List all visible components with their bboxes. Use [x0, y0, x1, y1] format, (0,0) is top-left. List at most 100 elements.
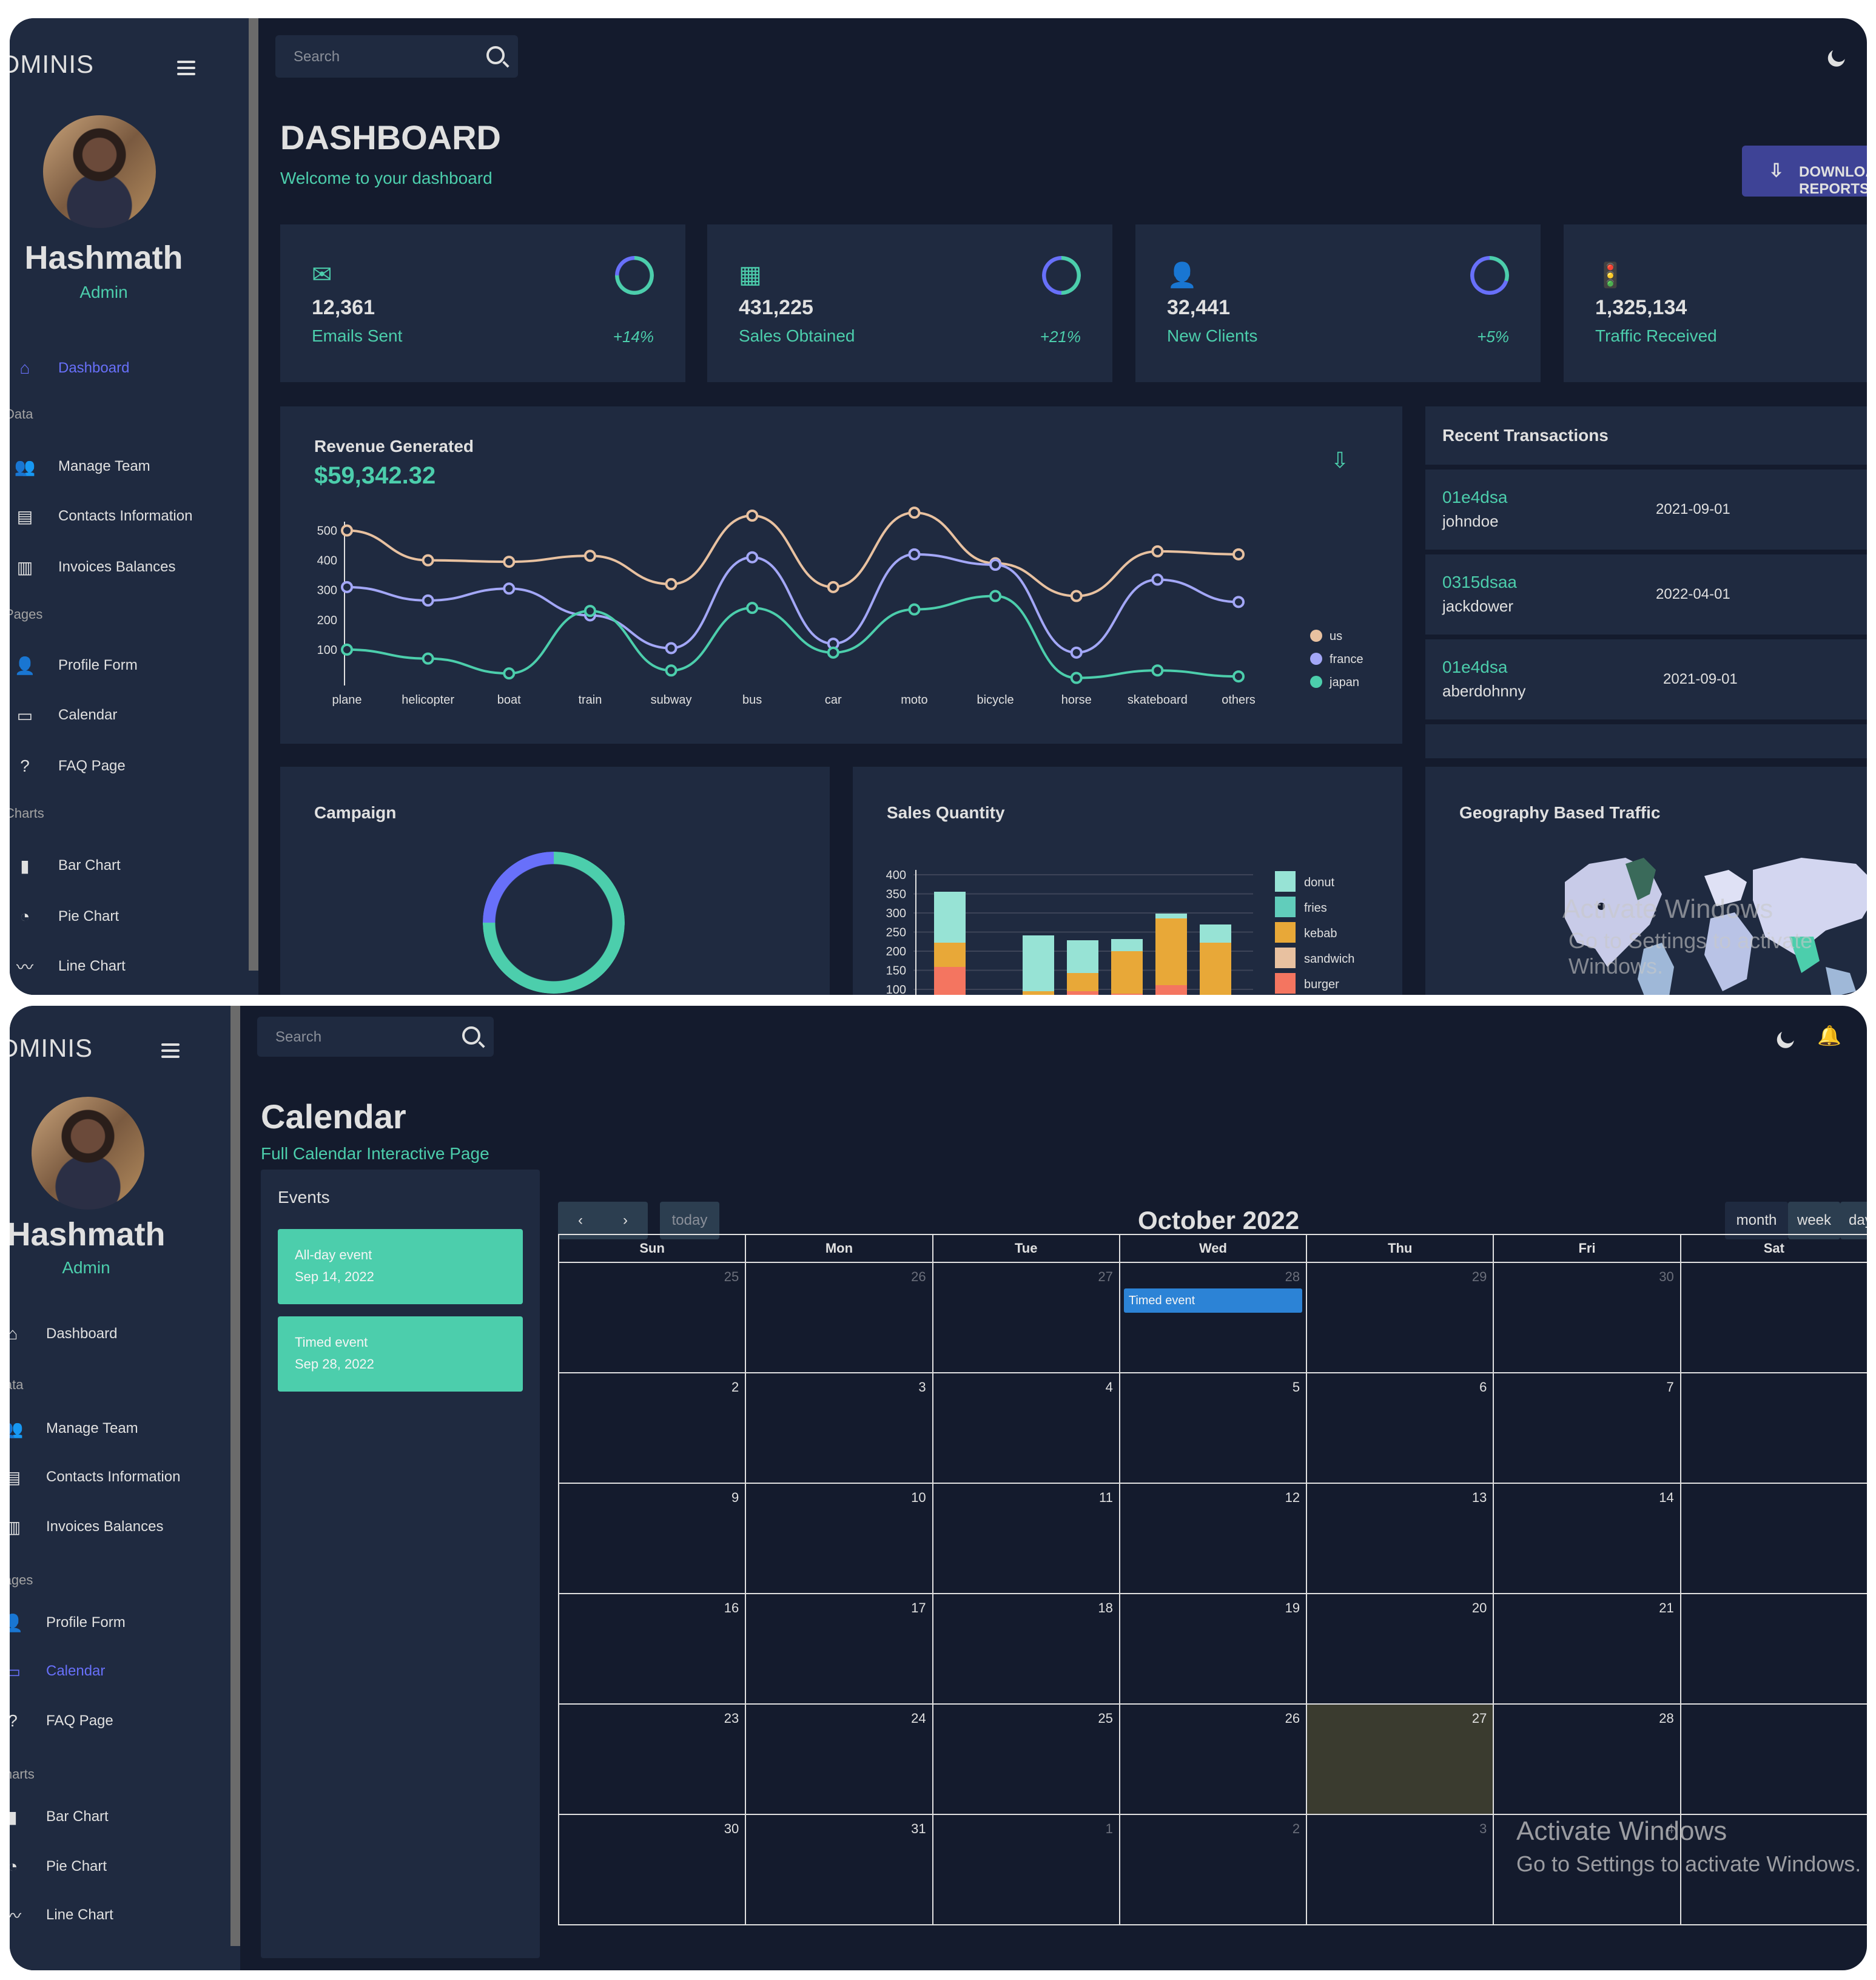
- sidebar-item-pie-chart[interactable]: ◔ Pie Chart: [15, 906, 119, 927]
- calendar-icon: ▭: [10, 1662, 21, 1681]
- sidebar-item-contacts[interactable]: ▤ Contacts Information: [10, 1467, 180, 1487]
- day-cell[interactable]: 6: [1306, 1372, 1494, 1484]
- day-number: 3: [1479, 1821, 1487, 1836]
- dark-mode-icon[interactable]: [1830, 45, 1849, 64]
- sidebar-item-label: Manage Team: [58, 458, 150, 474]
- sidebar-item-line-chart[interactable]: 〰 Line Chart: [10, 1905, 113, 1925]
- sidebar-item-label: Manage Team: [46, 1420, 138, 1436]
- search-icon[interactable]: [486, 46, 505, 64]
- bar-chart-icon: ▮: [10, 1807, 18, 1827]
- day-cell[interactable]: [1679, 1593, 1867, 1705]
- menu-icon[interactable]: [161, 1043, 180, 1058]
- campaign-card: Campaign: [280, 767, 830, 995]
- day-cell[interactable]: 3: [745, 1372, 933, 1484]
- stat-card-emails: ✉ 12,361 Emails Sent +14%: [280, 224, 685, 382]
- day-cell[interactable]: 28 Timed event: [1118, 1262, 1308, 1373]
- day-cell[interactable]: 7: [1493, 1372, 1681, 1484]
- day-cell[interactable]: 12: [1118, 1483, 1308, 1594]
- calendar-event[interactable]: Timed event: [1123, 1288, 1303, 1313]
- sidebar-item-manage-team[interactable]: 👥 Manage Team: [15, 456, 150, 477]
- day-cell[interactable]: [1679, 1262, 1867, 1373]
- day-cell[interactable]: 14: [1493, 1483, 1681, 1594]
- sidebar-item-dashboard[interactable]: ⌂ Dashboard: [10, 1324, 117, 1344]
- day-cell[interactable]: 28: [1493, 1703, 1681, 1815]
- day-cell[interactable]: 19: [1118, 1593, 1308, 1705]
- day-cell[interactable]: 10: [745, 1483, 933, 1594]
- day-cell[interactable]: 23: [557, 1703, 747, 1815]
- sidebar-item-bar-chart[interactable]: ▮ Bar Chart: [10, 1807, 109, 1827]
- day-cell[interactable]: 9: [557, 1483, 747, 1594]
- search-icon[interactable]: [462, 1026, 480, 1045]
- dark-mode-icon[interactable]: [1779, 1027, 1798, 1046]
- events-title: Events: [278, 1188, 330, 1207]
- home-icon: ⌂: [19, 359, 30, 377]
- day-cell[interactable]: 25: [557, 1262, 747, 1373]
- day-cell[interactable]: 13: [1306, 1483, 1494, 1594]
- transactions-header: Recent Transactions: [1425, 406, 1867, 465]
- sidebar-item-bar-chart[interactable]: ▮ Bar Chart: [15, 855, 120, 876]
- stat-value: 1,325,134: [1595, 296, 1687, 319]
- notifications-icon[interactable]: 🔔: [1817, 1024, 1841, 1047]
- tx-date: 2022-04-01: [1656, 586, 1730, 602]
- sidebar-item-calendar[interactable]: ▭ Calendar: [10, 1661, 105, 1682]
- page-subtitle: Welcome to your dashboard: [280, 169, 493, 187]
- data-point-us: [827, 581, 839, 593]
- day-cell[interactable]: 18: [932, 1593, 1120, 1705]
- receipt-icon: ▥: [16, 557, 33, 577]
- day-cell[interactable]: 29: [1306, 1262, 1494, 1373]
- search-bar[interactable]: Search: [257, 1017, 494, 1057]
- day-cell[interactable]: 25: [932, 1703, 1120, 1815]
- day-cell[interactable]: 1: [932, 1814, 1120, 1925]
- event-item[interactable]: All-day event Sep 14, 2022: [278, 1229, 523, 1304]
- avatar: [32, 1097, 144, 1210]
- sidebar-item-line-chart[interactable]: 〰 Line Chart: [15, 956, 126, 977]
- day-number: 3: [918, 1379, 926, 1395]
- sidebar-item-calendar[interactable]: ▭ Calendar: [15, 705, 118, 726]
- legend-swatch: [1310, 653, 1322, 665]
- sidebar-item-label: Line Chart: [58, 958, 126, 974]
- sidebar-item-manage-team[interactable]: 👥 Manage Team: [10, 1418, 138, 1439]
- search-input[interactable]: Search: [275, 1029, 321, 1046]
- sidebar-item-dashboard[interactable]: ⌂ Dashboard: [15, 358, 130, 379]
- day-cell[interactable]: [1679, 1483, 1867, 1594]
- sidebar-scrollbar[interactable]: [249, 18, 258, 971]
- day-cell[interactable]: 16: [557, 1593, 747, 1705]
- day-cell[interactable]: 24: [745, 1703, 933, 1815]
- day-cell[interactable]: 20: [1306, 1593, 1494, 1705]
- sidebar-item-faq[interactable]: ? FAQ Page: [10, 1711, 113, 1731]
- sidebar-item-invoices[interactable]: ▥ Invoices Balances: [10, 1517, 163, 1537]
- day-cell[interactable]: 26: [1118, 1703, 1308, 1815]
- day-cell[interactable]: 11: [932, 1483, 1120, 1594]
- search-bar[interactable]: Search: [275, 35, 518, 78]
- sidebar-item-invoices[interactable]: ▥ Invoices Balances: [15, 557, 176, 578]
- bar-kebab: [1155, 918, 1187, 985]
- sidebar-item-faq[interactable]: ? FAQ Page: [15, 756, 126, 776]
- sidebar-scrollbar[interactable]: [230, 1006, 240, 1946]
- day-cell[interactable]: 30: [1493, 1262, 1681, 1373]
- day-cell[interactable]: 21: [1493, 1593, 1681, 1705]
- menu-icon[interactable]: [177, 61, 195, 75]
- day-cell[interactable]: 31: [745, 1814, 933, 1925]
- day-cell[interactable]: 4: [932, 1372, 1120, 1484]
- sidebar-item-contacts[interactable]: ▤ Contacts Information: [15, 506, 193, 527]
- sidebar-item-pie-chart[interactable]: ◔ Pie Chart: [10, 1856, 107, 1877]
- search-input[interactable]: Search: [294, 49, 340, 66]
- download-reports-button[interactable]: ⇩ DOWNLOAD REPORTS: [1742, 146, 1867, 197]
- day-cell[interactable]: [1679, 1372, 1867, 1484]
- day-cell[interactable]: 2: [557, 1372, 747, 1484]
- table-row: 01e4dsa johndoe 2021-09-01: [1425, 470, 1867, 550]
- day-cell[interactable]: 27: [932, 1262, 1120, 1373]
- legend-label: kebab: [1304, 927, 1337, 940]
- day-number: 5: [1292, 1379, 1300, 1395]
- day-cell[interactable]: 27: [1306, 1703, 1494, 1815]
- day-cell[interactable]: 5: [1118, 1372, 1308, 1484]
- day-cell[interactable]: 30: [557, 1814, 747, 1925]
- day-cell[interactable]: 17: [745, 1593, 933, 1705]
- event-item[interactable]: Timed event Sep 28, 2022: [278, 1316, 523, 1392]
- day-cell[interactable]: [1679, 1703, 1867, 1815]
- day-cell[interactable]: 26: [745, 1262, 933, 1373]
- sidebar-item-profile[interactable]: 👤 Profile Form: [15, 655, 138, 676]
- day-cell[interactable]: 2: [1118, 1814, 1308, 1925]
- day-cell[interactable]: 3: [1306, 1814, 1494, 1925]
- sidebar-item-profile[interactable]: 👤 Profile Form: [10, 1612, 126, 1633]
